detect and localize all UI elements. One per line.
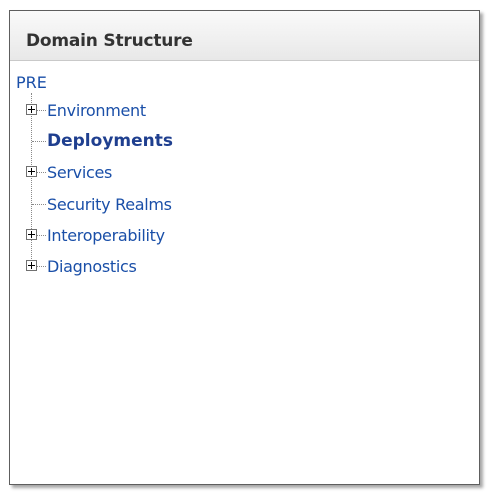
domain-tree: PRE Environment Deployments Services Sec… (10, 61, 479, 481)
tree-node-deployments-label[interactable]: Deployments (47, 131, 173, 151)
panel-title: Domain Structure (26, 31, 193, 51)
tree-node-services-label[interactable]: Services (47, 163, 112, 182)
tree-node-diagnostics-label[interactable]: Diagnostics (47, 257, 137, 276)
expand-plus-icon[interactable] (26, 166, 37, 177)
tree-connector (37, 172, 46, 173)
domain-structure-panel: Domain Structure PRE Environment Deploym… (9, 10, 480, 485)
expand-plus-icon[interactable] (26, 104, 37, 115)
expand-plus-icon[interactable] (26, 229, 37, 240)
tree-connector (37, 235, 46, 236)
tree-connector (32, 204, 46, 205)
tree-connector (32, 141, 46, 142)
expand-plus-icon[interactable] (26, 260, 37, 271)
tree-connector (37, 110, 46, 111)
tree-node-environment-label[interactable]: Environment (47, 101, 146, 120)
tree-node-interoperability-label[interactable]: Interoperability (47, 226, 165, 245)
tree-node-security-realms-label[interactable]: Security Realms (47, 195, 172, 214)
tree-connector (37, 266, 46, 267)
panel-header: Domain Structure (10, 11, 479, 61)
tree-root-link[interactable]: PRE (16, 73, 47, 92)
